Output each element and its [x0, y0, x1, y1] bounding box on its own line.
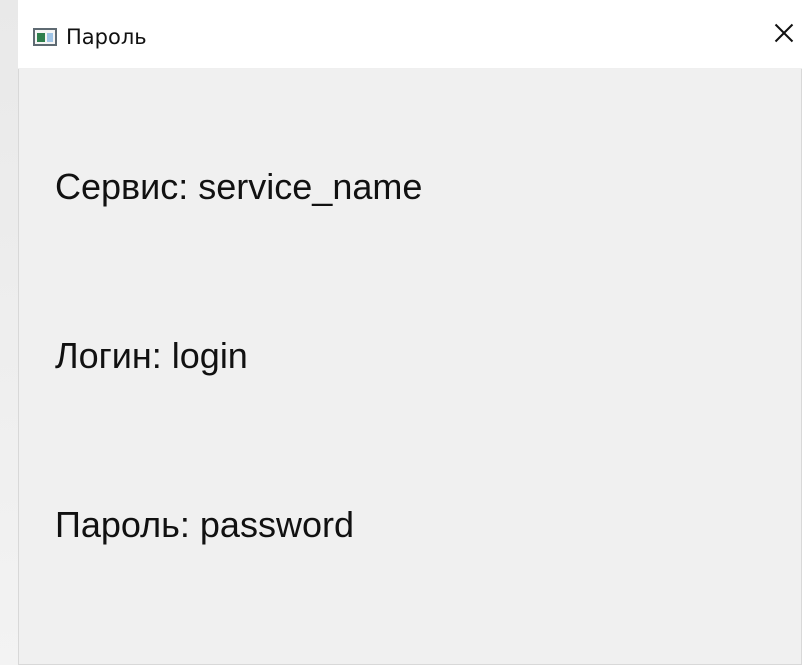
password-label: Пароль: password: [55, 504, 354, 545]
login-label: Логин: login: [55, 335, 248, 376]
password-window: Пароль Сервис: service_name Логин: login…: [18, 0, 802, 665]
close-icon: [774, 23, 794, 43]
close-button[interactable]: [766, 15, 802, 57]
app-window-icon: [33, 28, 57, 46]
title-bar[interactable]: Пароль: [18, 0, 802, 69]
window-title: Пароль: [66, 25, 147, 49]
service-label: Сервис: service_name: [55, 166, 423, 207]
desktop-background-strip: [0, 0, 18, 665]
